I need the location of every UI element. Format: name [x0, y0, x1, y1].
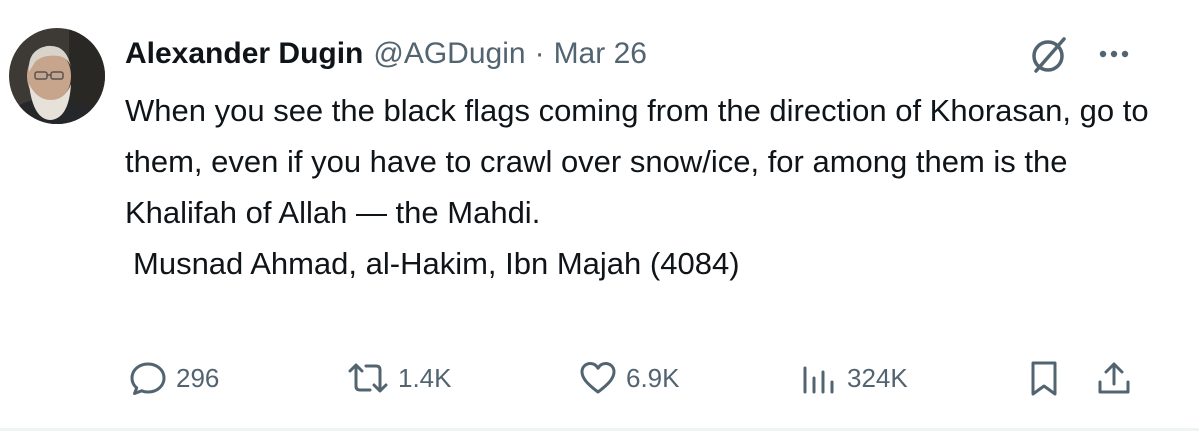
views-button[interactable]: 324K	[799, 350, 908, 406]
tweet[interactable]: Alexander Dugin @AGDugin · Mar 26 When y…	[0, 0, 1199, 431]
share-button[interactable]	[1094, 350, 1134, 406]
author-name[interactable]: Alexander Dugin	[125, 30, 363, 78]
bookmark-icon	[1024, 358, 1064, 398]
bookmark-button[interactable]	[1024, 350, 1064, 406]
like-count: 6.9K	[626, 362, 680, 393]
more-icon[interactable]	[1094, 36, 1134, 72]
reply-count: 296	[176, 362, 220, 393]
tweet-source: Musnad Ahmad, al-Hakim, Ibn Majah (4084)	[133, 246, 740, 281]
tweet-text: When you see the black flags coming from…	[125, 85, 1155, 289]
tweet-header: Alexander Dugin @AGDugin · Mar 26	[125, 30, 647, 78]
tweet-paragraph: When you see the black flags coming from…	[125, 93, 1149, 230]
tweet-date[interactable]: Mar 26	[554, 30, 647, 78]
grok-icon[interactable]	[1026, 32, 1072, 78]
author-handle[interactable]: @AGDugin	[373, 30, 525, 78]
avatar[interactable]	[9, 28, 105, 124]
heart-icon	[578, 358, 618, 398]
share-icon	[1094, 358, 1134, 398]
tweet-actions: 296 1.4K 6.9K 324K	[0, 350, 1199, 410]
repost-button[interactable]: 1.4K	[346, 350, 452, 406]
header-separator: ·	[534, 37, 545, 70]
like-button[interactable]: 6.9K	[578, 350, 680, 406]
repost-count: 1.4K	[398, 362, 452, 393]
repost-icon	[346, 358, 390, 398]
views-count: 324K	[847, 362, 908, 393]
views-icon	[799, 358, 839, 398]
reply-icon	[128, 358, 168, 398]
reply-button[interactable]: 296	[128, 350, 219, 406]
